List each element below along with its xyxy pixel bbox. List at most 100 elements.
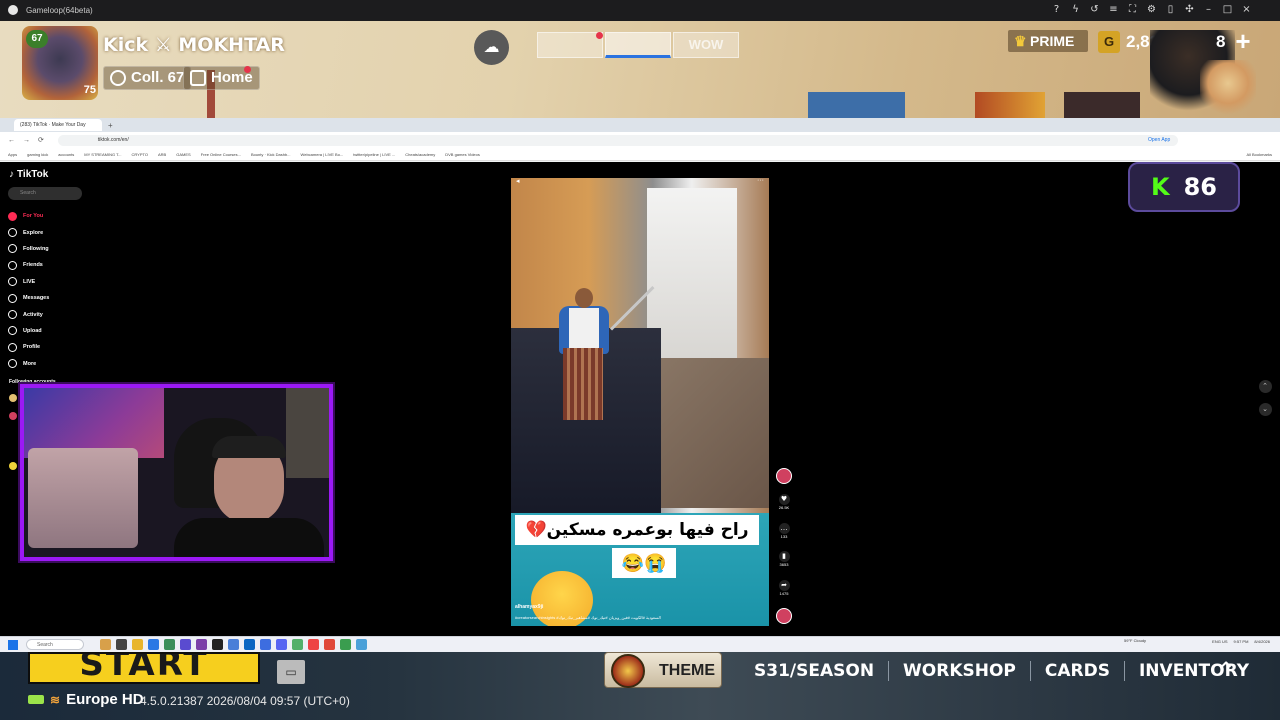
cloud-upload-button[interactable]: ☁ [474, 30, 509, 65]
app-icon[interactable] [116, 639, 127, 650]
tab-season[interactable]: S31/SEASON [740, 658, 888, 684]
linkedin-icon[interactable] [244, 639, 255, 650]
maximize-icon[interactable]: □ [1222, 3, 1233, 16]
nav-live[interactable]: LIVE [8, 274, 128, 290]
event-banner-3[interactable] [1064, 92, 1140, 118]
open-app-button[interactable]: Open App [1148, 137, 1170, 143]
bookmark-button[interactable]: ▮ 3653 [776, 551, 792, 580]
bookmark-item[interactable]: CRYPTO [131, 152, 148, 157]
nav-friends[interactable]: Friends [8, 257, 128, 273]
close-icon[interactable]: × [1241, 3, 1252, 16]
taskbar-weather[interactable]: 59°F Cloudy [1124, 638, 1146, 643]
theme-button[interactable]: THEME [604, 652, 722, 688]
bookmark-item[interactable]: DVB games Videos [445, 152, 480, 157]
bookmark-item[interactable]: All Bookmarks [1246, 152, 1272, 157]
tiktok-logo[interactable]: ♪ TikTok [9, 169, 48, 180]
nav-profile[interactable]: Profile [8, 339, 128, 355]
x-icon[interactable] [212, 639, 223, 650]
bookmark-item[interactable]: GAMES [176, 152, 190, 157]
tiktok-search-input[interactable]: Search [8, 187, 82, 200]
creator-avatar[interactable] [776, 468, 792, 494]
expand-up-icon[interactable]: ⌃ [1216, 658, 1236, 684]
video-hashtags[interactable]: #creatorsearchinsights #السعودية #الكويت… [515, 615, 661, 620]
nav-upload[interactable]: Upload [8, 323, 128, 339]
bookmark-item[interactable]: accounts [58, 152, 74, 157]
app-icon[interactable] [260, 639, 271, 650]
discord-icon[interactable] [276, 639, 287, 650]
app-icon[interactable] [340, 639, 351, 650]
app-icon[interactable] [164, 639, 175, 650]
app-icon[interactable] [228, 639, 239, 650]
fullscreen-icon[interactable]: ⛶ [1127, 3, 1138, 16]
mode-tab-1[interactable] [537, 32, 603, 58]
nav-for-you[interactable]: For You [8, 208, 128, 224]
settings-icon[interactable]: ⚙ [1146, 3, 1157, 16]
bookmark-item[interactable]: gaming kick [27, 152, 48, 157]
bookmark-item[interactable]: Apps [8, 152, 17, 157]
nav-activity[interactable]: Activity [8, 306, 128, 322]
like-button[interactable]: ♥ 26.5K [776, 494, 792, 523]
back-icon[interactable]: ← [8, 137, 15, 144]
start-button[interactable]: START [28, 652, 260, 684]
nav-following[interactable]: Following [8, 241, 128, 257]
bookmark-item[interactable]: ARB [158, 152, 166, 157]
tab-inventory[interactable]: INVENTORY [1125, 658, 1263, 684]
help-icon[interactable]: ? [1051, 3, 1062, 16]
minimize-icon[interactable]: – [1203, 3, 1214, 16]
menu-icon[interactable]: ≡ [1108, 3, 1119, 16]
comment-button[interactable]: … 133 [776, 522, 792, 552]
nav-more[interactable]: More [8, 356, 128, 372]
forward-icon[interactable]: → [23, 137, 30, 144]
app-icon[interactable] [196, 639, 207, 650]
lightning-icon[interactable]: ϟ [1070, 3, 1081, 16]
address-bar[interactable]: tiktok.com/en/ [57, 134, 1178, 146]
event-banner-2[interactable] [975, 92, 1045, 118]
volume-icon[interactable]: ◂ [516, 178, 520, 185]
prime-button[interactable]: PRIME [1008, 30, 1088, 52]
chrome-icon[interactable] [308, 639, 319, 650]
bookmark-item[interactable]: Cheats/academy [405, 152, 435, 157]
video-username[interactable]: alhamyax9ji [515, 604, 543, 610]
video-player[interactable]: راح فيها بوعمره مسكين💔 😂😭 alhamyax9ji #c… [511, 178, 769, 626]
followed-account-avatar[interactable] [9, 394, 17, 402]
windows-start-icon[interactable] [8, 639, 18, 650]
nav-explore[interactable]: Explore [8, 224, 128, 240]
music-disc[interactable] [776, 608, 792, 628]
mode-tab-2[interactable] [605, 32, 671, 58]
new-tab-button[interactable]: + [108, 121, 113, 130]
event-banner-1[interactable] [808, 92, 905, 118]
share-button[interactable]: ➦ 1475 [776, 579, 792, 609]
folder-icon[interactable]: ▭ [277, 660, 305, 684]
app-icon[interactable] [356, 639, 367, 650]
mode-tab-wow[interactable]: WOW [673, 32, 739, 58]
collection-button[interactable]: Coll. 67 [103, 66, 192, 90]
clock-date[interactable]: 8/4/2026 [1254, 639, 1270, 644]
pin-icon[interactable]: ✣ [1184, 3, 1195, 16]
bookmark-item[interactable]: Webcamera | LIVE Bo... [301, 152, 344, 157]
sidebar-icon[interactable]: ▯ [1165, 3, 1176, 16]
reload-icon[interactable]: ⟳ [38, 136, 44, 144]
more-options-icon[interactable]: ··· [757, 178, 764, 184]
followed-account-avatar[interactable] [9, 462, 17, 470]
add-button[interactable]: + [1232, 28, 1254, 54]
bookmark-item[interactable]: Free Online Courses... [201, 152, 241, 157]
next-video-button[interactable]: ⌄ [1258, 403, 1272, 416]
nav-messages[interactable]: Messages [8, 290, 128, 306]
file-explorer-icon[interactable] [132, 639, 143, 650]
language-indicator[interactable]: ENG US [1212, 639, 1227, 644]
followed-account-avatar[interactable] [9, 412, 17, 420]
tab-tiktok[interactable]: (283) TikTok · Make Your Day [14, 119, 102, 131]
clock-time[interactable]: 9:57 PM [1234, 639, 1249, 644]
tab-cards[interactable]: CARDS [1031, 658, 1124, 684]
app-icon[interactable] [100, 639, 111, 650]
previous-video-button[interactable]: ⌃ [1258, 380, 1272, 393]
edge-icon[interactable] [148, 639, 159, 650]
bookmark-item[interactable]: twitter/pipeline | LIVE ... [353, 152, 395, 157]
taskbar-search[interactable]: Search [26, 639, 84, 650]
player-avatar[interactable]: 67 75 [22, 26, 98, 100]
bookmark-item[interactable]: MY STREAMING T... [84, 152, 121, 157]
brave-icon[interactable] [324, 639, 335, 650]
tab-workshop[interactable]: WORKSHOP [889, 658, 1030, 684]
rotate-icon[interactable]: ↺ [1089, 3, 1100, 16]
app-icon[interactable] [180, 639, 191, 650]
